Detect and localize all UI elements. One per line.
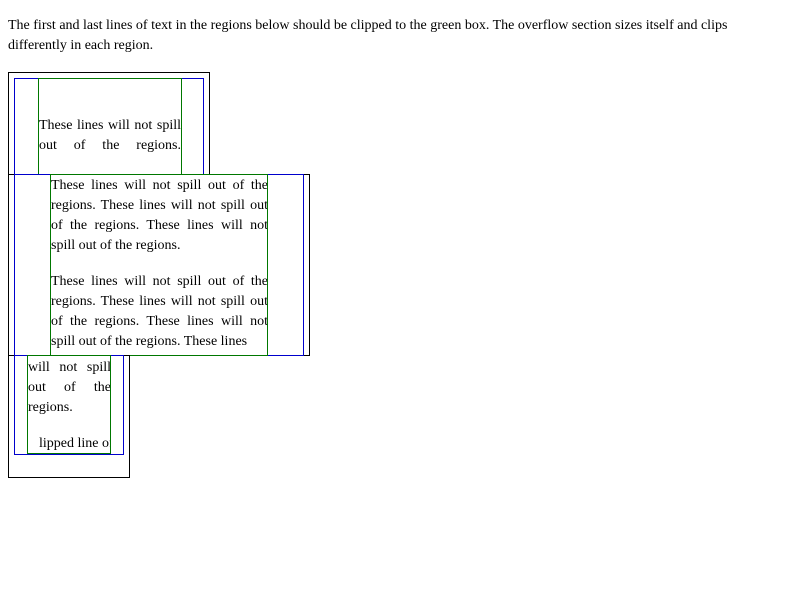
- intro-text: The first and last lines of text in the …: [8, 18, 728, 53]
- region-1-line-1: These lines will not spill: [39, 118, 181, 133]
- region-2-paragraph-2: These lines will not spill out of the re…: [51, 274, 268, 349]
- region-2-clip-box: These lines will not spill out of the re…: [50, 174, 268, 356]
- region-3-clip-box: will not spill out of the regions. lippe…: [27, 355, 111, 454]
- region-3-clipped-line: lipped line of: [39, 436, 111, 451]
- region-3-line-3: regions.: [28, 400, 73, 415]
- region-2-paragraph-1: These lines will not spill out of the re…: [51, 178, 268, 253]
- region-1-clip-box: These lines will not spill out of the re…: [38, 78, 182, 175]
- region-3-line-2: out of the: [28, 380, 111, 395]
- region-3-line-1: will not spill: [28, 360, 111, 375]
- region-1-line-2: out of the regions.: [39, 138, 181, 153]
